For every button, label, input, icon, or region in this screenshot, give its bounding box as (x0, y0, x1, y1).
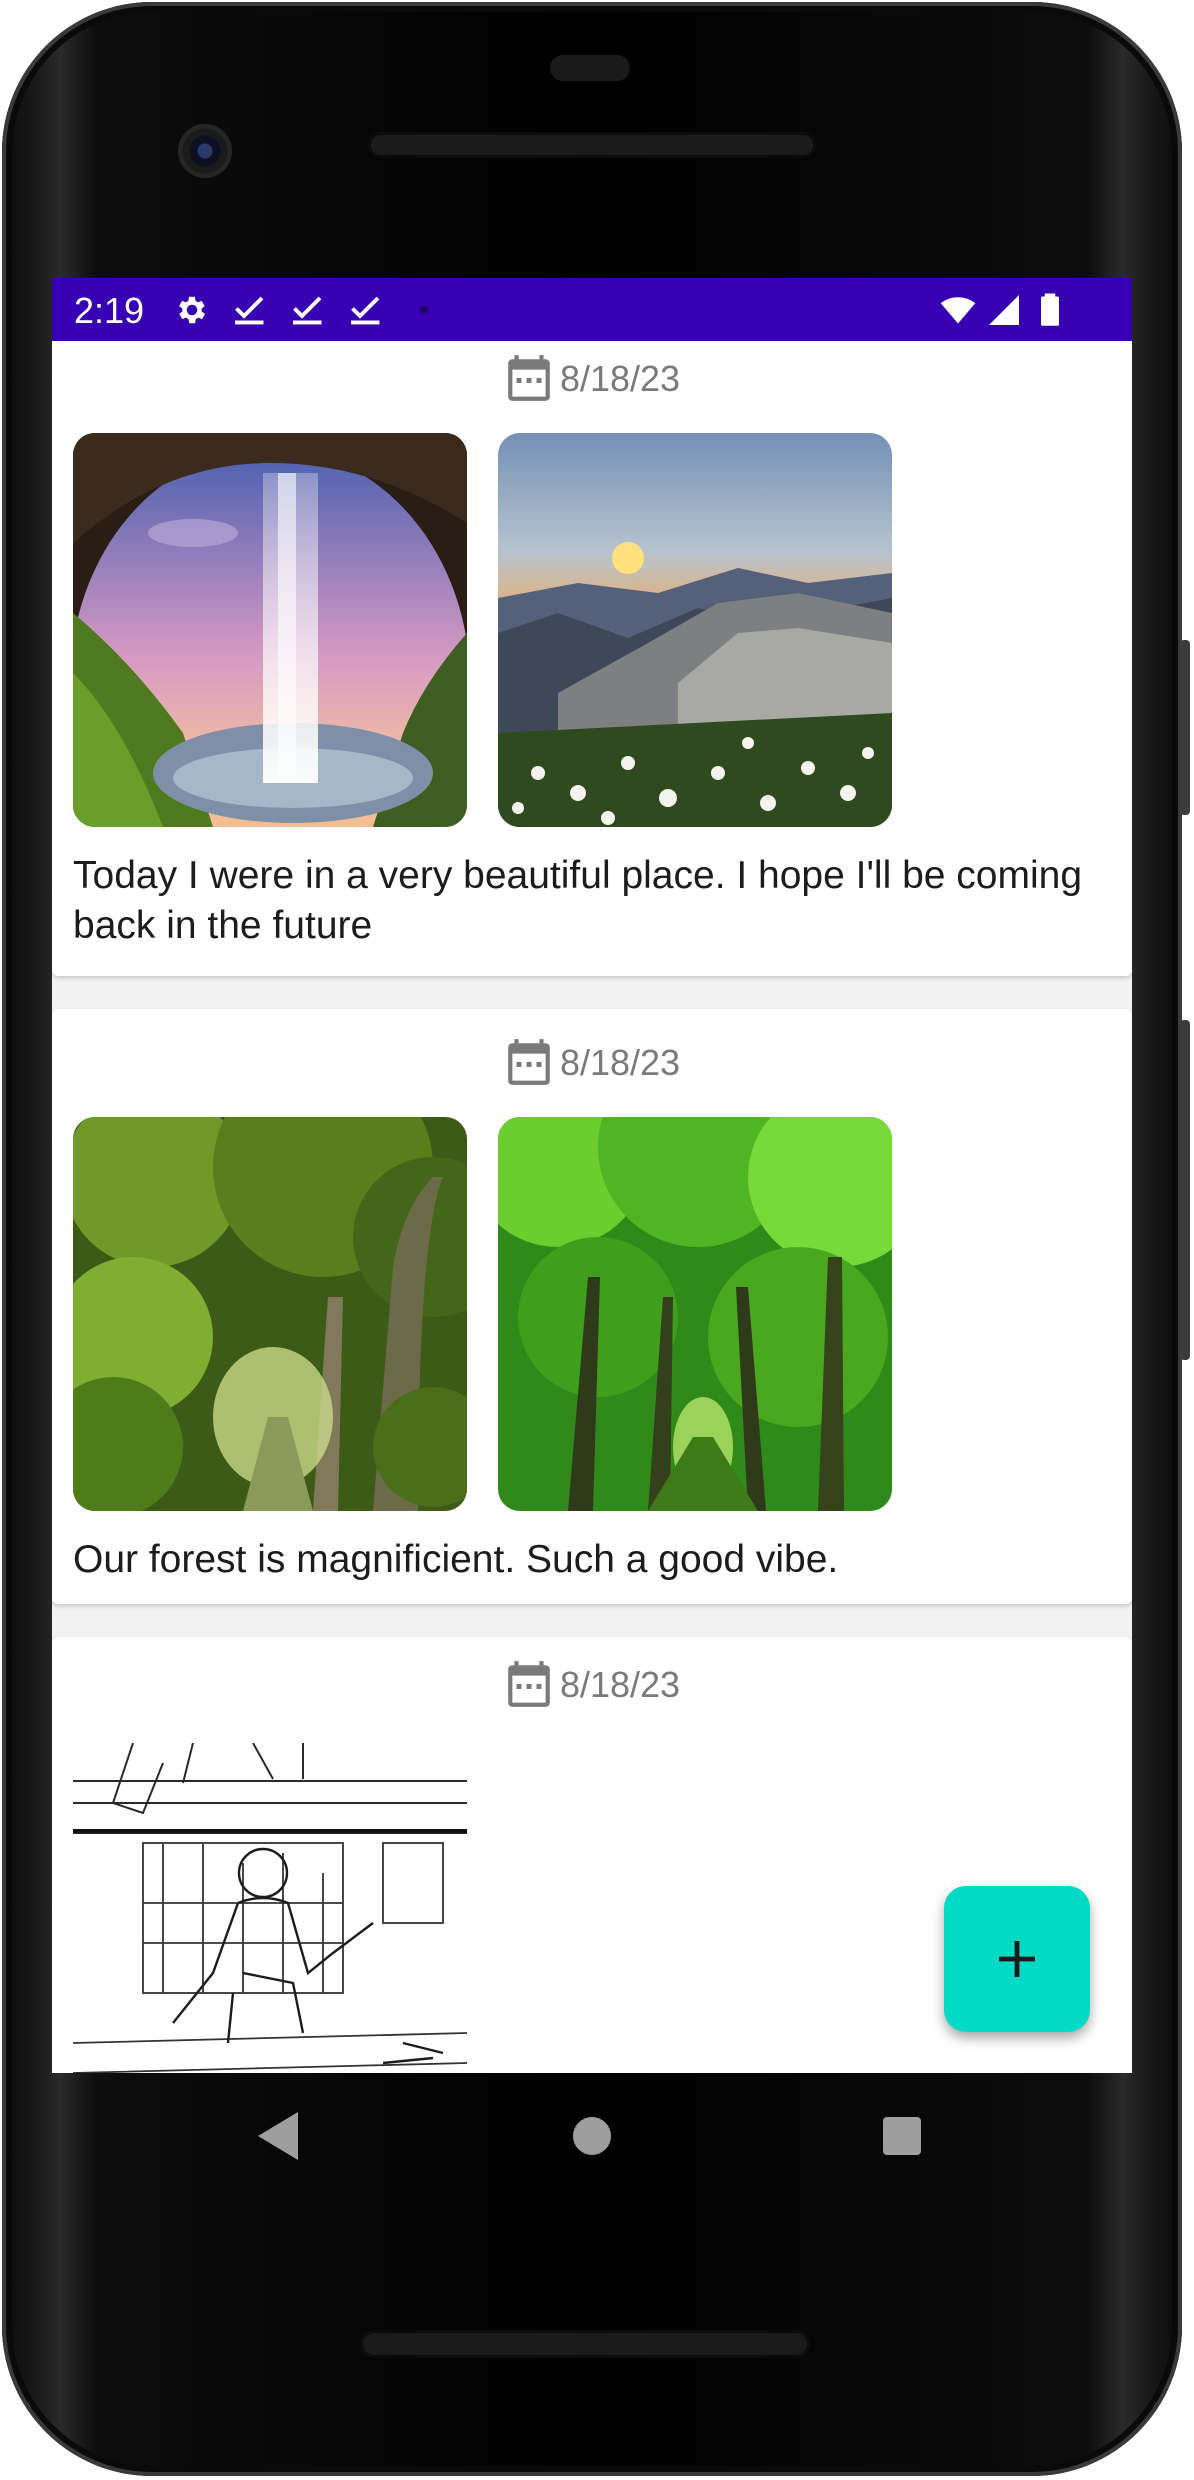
add-post-button[interactable] (944, 1886, 1090, 2032)
calendar-icon (504, 353, 554, 405)
status-bar: 2:19 (52, 278, 1132, 341)
post-card[interactable]: 8/18/23 (52, 341, 1132, 976)
check-icon (348, 292, 384, 328)
back-icon[interactable] (256, 2110, 300, 2162)
post-date-text: 8/18/23 (559, 358, 681, 399)
post-date: 8/18/23 (52, 351, 1132, 407)
cell-signal-icon (986, 292, 1022, 328)
status-time: 2:19 (74, 290, 145, 331)
volume-button (1180, 1020, 1190, 1360)
wifi-icon (940, 292, 980, 328)
check-icon (232, 292, 268, 328)
earpiece (550, 55, 630, 81)
power-button (1180, 640, 1190, 815)
waterfall-cave-photo[interactable] (73, 433, 467, 827)
bottom-speaker (360, 2330, 810, 2358)
post-card[interactable]: 8/18/23 (52, 1009, 1132, 1604)
post-date: 8/18/23 (52, 1035, 1132, 1091)
post-text: Today I were in a very beautiful place. … (73, 854, 1083, 947)
mountain-sunset-photo[interactable] (498, 433, 892, 827)
green-forest-photo[interactable] (498, 1117, 892, 1511)
home-icon[interactable] (572, 2116, 612, 2156)
calendar-icon (504, 1659, 554, 1711)
dot-icon (406, 292, 442, 328)
plus-icon (999, 1941, 1035, 1977)
check-icon (290, 292, 326, 328)
storyboard-sketch-photo[interactable] (73, 1743, 467, 2073)
settings-icon (174, 292, 210, 328)
post-feed[interactable]: 8/18/23 Today I were in a very beautiful… (52, 341, 1132, 2073)
post-date-text: 8/18/23 (559, 1664, 681, 1705)
screen: 2:19 8/18/23 Today I were in a very beau… (52, 278, 1132, 2073)
front-camera (178, 124, 232, 178)
forest-path-photo[interactable] (73, 1117, 467, 1511)
post-date: 8/18/23 (52, 1657, 1132, 1713)
top-speaker (368, 132, 816, 158)
calendar-icon (504, 1037, 554, 1089)
post-text: Our forest is magnificient. Such a good … (73, 1538, 839, 1581)
recents-icon[interactable] (882, 2116, 922, 2156)
battery-icon (1032, 292, 1068, 328)
post-date-text: 8/18/23 (559, 1042, 681, 1083)
